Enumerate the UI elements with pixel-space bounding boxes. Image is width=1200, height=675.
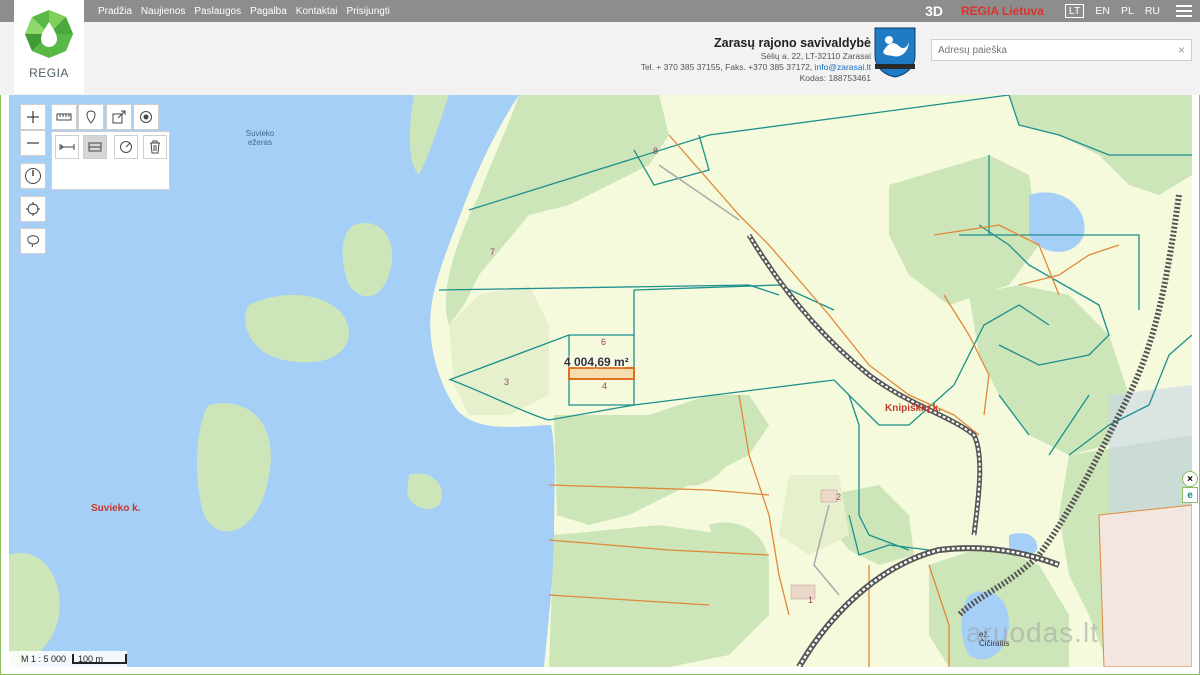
target-icon	[140, 111, 152, 123]
main-nav: Pradžia Naujienos Paslaugos Pagalba Kont…	[98, 0, 390, 22]
measure-label: 4 004,69 m²	[564, 355, 629, 369]
parcel-number-6: 6	[601, 337, 607, 347]
nav-item-news[interactable]: Naujienos	[141, 6, 185, 17]
header: REGIA Zarasų rajono savivaldybė Sėlių a.…	[0, 0, 1200, 95]
nav-item-login[interactable]: Prisijungti	[347, 6, 390, 17]
nav-item-home[interactable]: Pradžia	[98, 6, 132, 17]
lang-lt[interactable]: LT	[1064, 4, 1085, 18]
nav-item-help[interactable]: Pagalba	[250, 6, 287, 17]
lasso-button[interactable]	[20, 228, 46, 254]
compass-button[interactable]	[20, 163, 46, 189]
measure-distance-icon	[59, 144, 75, 150]
e-service-button[interactable]: e	[1182, 487, 1198, 503]
parcel-number-4: 4	[602, 381, 608, 391]
parcel-number-1: 1	[808, 595, 814, 605]
village-label-suvieko: Suvieko k.	[91, 503, 141, 514]
lang-ru[interactable]: RU	[1145, 5, 1160, 17]
close-icon: ×	[1187, 473, 1193, 485]
measure-distance-button[interactable]	[55, 135, 79, 159]
plus-icon	[27, 111, 39, 123]
top-right-controls: 3D REGIA Lietuva LT EN PL RU	[925, 0, 1160, 22]
municipality-phones: Tel. + 370 385 37155, Faks. +370 385 371…	[640, 62, 813, 72]
trash-icon	[150, 140, 160, 154]
municipality-info: Zarasų rajono savivaldybė Sėlių a. 22, L…	[641, 36, 871, 83]
measure-angle-button[interactable]	[114, 135, 138, 159]
minus-icon	[27, 142, 39, 144]
lake-label: Suvieko ežeras	[245, 129, 275, 147]
top-bar: Pradžia Naujienos Paslaugos Pagalba Kont…	[0, 0, 1200, 22]
delete-measure-button[interactable]	[143, 135, 167, 159]
municipality-phones-line: Tel. + 370 385 37155, Faks. +370 385 371…	[641, 63, 871, 72]
pin-icon	[86, 110, 96, 124]
measured-area	[568, 367, 635, 380]
zoom-out-button[interactable]	[20, 130, 46, 156]
lang-en[interactable]: EN	[1095, 5, 1110, 17]
measure-area-icon	[88, 142, 102, 152]
municipality-code: Kodas: 188753461	[799, 73, 871, 83]
address-search[interactable]: ×	[931, 39, 1192, 61]
parcel-number-8: 8	[653, 146, 659, 156]
measure-area-button[interactable]	[83, 135, 107, 159]
measure-angle-icon	[120, 141, 132, 153]
crosshair-icon	[26, 202, 40, 216]
parcel-number-3: 3	[504, 377, 510, 387]
search-clear-icon[interactable]: ×	[1178, 43, 1185, 57]
regia-logo[interactable]: REGIA	[14, 0, 84, 94]
e-icon: e	[1187, 489, 1193, 501]
coat-of-arms-icon	[874, 27, 916, 78]
share-icon	[112, 110, 126, 124]
scale-ratio: M 1 : 5 000	[21, 654, 67, 664]
lang-pl[interactable]: PL	[1121, 5, 1134, 17]
parcel-number-2: 2	[836, 492, 842, 502]
nav-item-contacts[interactable]: Kontaktai	[296, 6, 338, 17]
scale-bar: M 1 : 5 000 100 m	[9, 651, 128, 667]
target-button[interactable]	[133, 104, 159, 130]
close-side-button[interactable]: ×	[1182, 471, 1198, 487]
locate-button[interactable]	[20, 196, 46, 222]
municipality-address: Sėlių a. 22, LT-32110 Zarasai	[760, 51, 871, 61]
municipality-name: Zarasų rajono savivaldybė	[713, 36, 871, 50]
village-label-knipiskiu: Knipiškių k.	[885, 403, 942, 414]
parcel-number-7: 7	[490, 247, 496, 257]
watermark: aruodas.lt	[966, 617, 1099, 648]
coat-of-arms	[873, 26, 917, 78]
lasso-icon	[27, 235, 40, 248]
zoom-in-button[interactable]	[20, 104, 46, 130]
map-svg	[9, 95, 1192, 667]
map-canvas[interactable]: Suvieko ežeras Suvieko k. Knipiškių k. e…	[9, 95, 1192, 667]
scale-bar-length: 100 m	[72, 654, 128, 664]
address-search-input[interactable]	[932, 40, 1168, 61]
menu-icon[interactable]	[1176, 5, 1192, 17]
compass-icon	[25, 168, 41, 184]
pin-button[interactable]	[78, 104, 104, 130]
regia-logo-icon	[25, 10, 73, 58]
nav-item-services[interactable]: Paslaugos	[194, 6, 241, 17]
settlement-parcels	[1098, 504, 1192, 667]
regia-logo-text: REGIA	[29, 66, 69, 80]
ruler-icon	[56, 113, 72, 121]
3d-button[interactable]: 3D	[925, 3, 943, 19]
share-button[interactable]	[106, 104, 132, 130]
regia-lietuva-link[interactable]: REGIA Lietuva	[961, 4, 1044, 18]
municipality-email-link[interactable]: info@zarasai.lt	[815, 62, 871, 72]
layers-button[interactable]	[51, 104, 77, 130]
